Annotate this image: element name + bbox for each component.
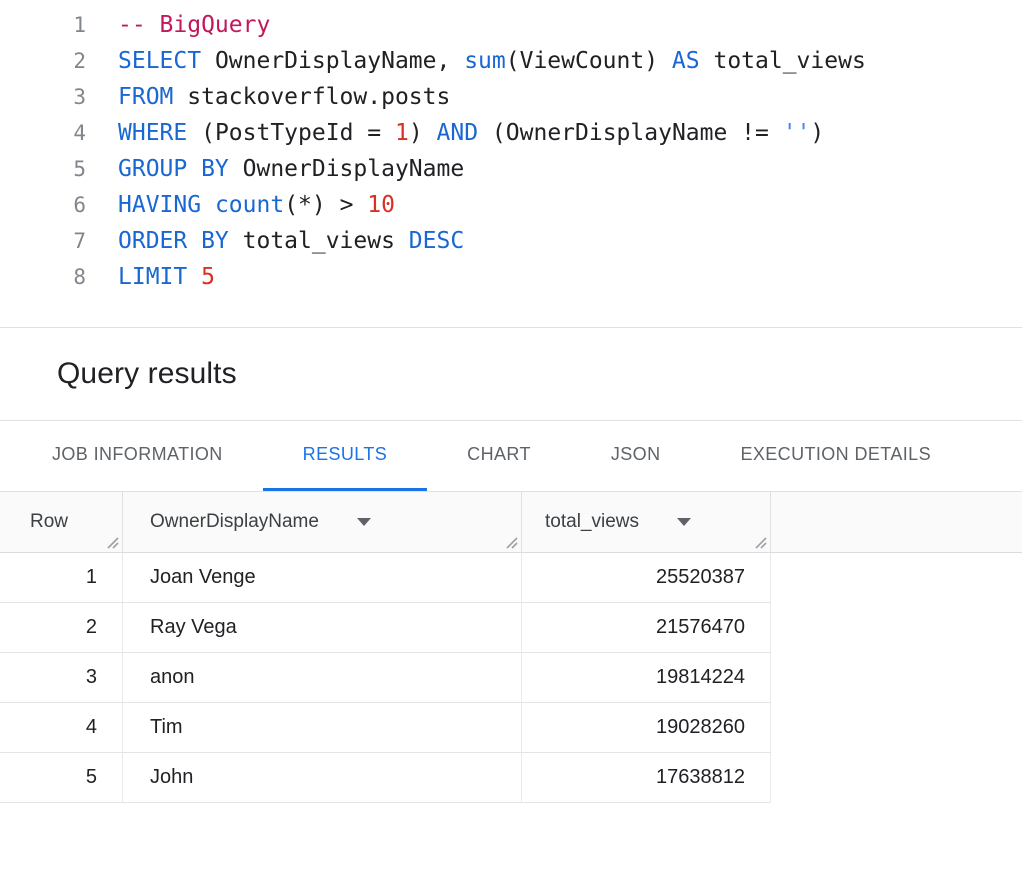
column-header-total_views[interactable]: total_views (522, 492, 771, 553)
code-line[interactable]: 7ORDER BY total_views DESC (0, 223, 1022, 259)
column-header-filler (771, 492, 1022, 553)
tab-json[interactable]: JSON (571, 421, 701, 491)
row-filler-cell (771, 553, 1022, 603)
line-number: 6 (0, 187, 86, 223)
code-token-number: 10 (367, 192, 395, 218)
row-number-cell: 5 (0, 753, 123, 803)
tab-label: CHART (467, 444, 531, 465)
column-header-ownerdisplayname[interactable]: OwnerDisplayName (123, 492, 522, 553)
column-header-label: OwnerDisplayName (150, 511, 319, 533)
row-number-cell: 1 (0, 553, 123, 603)
code-token-plain: (OwnerDisplayName != (478, 120, 783, 146)
code-text: FROM stackoverflow.posts (86, 79, 450, 115)
code-token-plain: total_views (700, 48, 866, 74)
code-token-keyword: AND (437, 120, 479, 146)
total-views-cell: 25520387 (522, 553, 771, 603)
code-token-plain: stackoverflow.posts (173, 84, 450, 110)
code-token-keyword: FROM (118, 84, 173, 110)
tab-results[interactable]: RESULTS (263, 421, 428, 491)
code-line[interactable]: 6HAVING count(*) > 10 (0, 187, 1022, 223)
code-token-plain: ) (810, 120, 824, 146)
line-number: 2 (0, 43, 86, 79)
tab-label: RESULTS (303, 444, 388, 465)
code-token-keyword: HAVING (118, 192, 201, 218)
code-line[interactable]: 5GROUP BY OwnerDisplayName (0, 151, 1022, 187)
code-token-plain: OwnerDisplayName (229, 156, 464, 182)
code-token-plain: (ViewCount) (506, 48, 672, 74)
code-token-plain: ) (409, 120, 437, 146)
line-number: 1 (0, 7, 86, 43)
code-token-plain (187, 264, 201, 290)
code-token-number: 1 (395, 120, 409, 146)
line-number: 8 (0, 259, 86, 295)
owner-name-cell: anon (123, 653, 522, 703)
code-line[interactable]: 2SELECT OwnerDisplayName, sum(ViewCount)… (0, 43, 1022, 79)
code-token-comment: -- BigQuery (118, 12, 270, 38)
code-text: GROUP BY OwnerDisplayName (86, 151, 464, 187)
total-views-cell: 21576470 (522, 603, 771, 653)
column-header-row[interactable]: Row (0, 492, 123, 553)
row-number-cell: 2 (0, 603, 123, 653)
code-text: ORDER BY total_views DESC (86, 223, 464, 259)
results-tabbar: JOB INFORMATION RESULTS CHART JSON EXECUTION… (0, 421, 1022, 492)
code-text: -- BigQuery (86, 7, 270, 43)
tab-label: JSON (611, 444, 661, 465)
code-text: LIMIT 5 (86, 259, 215, 295)
code-lines: 1-- BigQuery2SELECT OwnerDisplayName, su… (0, 7, 1022, 295)
sort-dropdown-icon[interactable] (357, 518, 371, 526)
row-number-cell: 4 (0, 703, 123, 753)
code-token-keyword: SELECT (118, 48, 201, 74)
row-number-cell: 3 (0, 653, 123, 703)
total-views-cell: 17638812 (522, 753, 771, 803)
code-token-keyword: sum (464, 48, 506, 74)
code-token-keyword: GROUP BY (118, 156, 229, 182)
code-token-number: 5 (201, 264, 215, 290)
tab-chart[interactable]: CHART (427, 421, 571, 491)
tab-label: JOB INFORMATION (52, 444, 223, 465)
code-token-plain: (*) > (284, 192, 367, 218)
query-results-title: Query results (57, 357, 237, 391)
row-filler-cell (771, 753, 1022, 803)
code-line[interactable]: 4WHERE (PostTypeId = 1) AND (OwnerDispla… (0, 115, 1022, 151)
owner-name-cell: Tim (123, 703, 522, 753)
row-filler-cell (771, 603, 1022, 653)
row-filler-cell (771, 703, 1022, 753)
code-token-plain: OwnerDisplayName, (201, 48, 464, 74)
tab-execution-details[interactable]: EXECUTION DETAILS (700, 421, 971, 491)
owner-name-cell: Joan Venge (123, 553, 522, 603)
code-line[interactable]: 8LIMIT 5 (0, 259, 1022, 295)
code-token-keyword: count (215, 192, 284, 218)
code-token-keyword: AS (672, 48, 700, 74)
line-number: 7 (0, 223, 86, 259)
owner-name-cell: John (123, 753, 522, 803)
total-views-cell: 19814224 (522, 653, 771, 703)
code-token-plain (201, 192, 215, 218)
code-line[interactable]: 1 -- BigQuery (0, 7, 1022, 43)
code-token-plain: total_views (229, 228, 409, 254)
column-header-label: Row (30, 511, 68, 533)
code-line[interactable]: 3FROM stackoverflow.posts (0, 79, 1022, 115)
code-token-string: '' (783, 120, 811, 146)
code-token-keyword: WHERE (118, 120, 187, 146)
code-text: SELECT OwnerDisplayName, sum(ViewCount) … (86, 43, 866, 79)
owner-name-cell: Ray Vega (123, 603, 522, 653)
code-token-keyword: DESC (409, 228, 464, 254)
query-results-header: Query results (0, 328, 1022, 421)
line-number: 3 (0, 79, 86, 115)
code-text: WHERE (PostTypeId = 1) AND (OwnerDisplay… (86, 115, 824, 151)
code-token-keyword: LIMIT (118, 264, 187, 290)
row-filler-cell (771, 653, 1022, 703)
tab-label: EXECUTION DETAILS (740, 444, 931, 465)
code-token-keyword: ORDER BY (118, 228, 229, 254)
code-text: HAVING count(*) > 10 (86, 187, 395, 223)
total-views-cell: 19028260 (522, 703, 771, 753)
column-header-label: total_views (545, 511, 639, 533)
sort-dropdown-icon[interactable] (677, 518, 691, 526)
sql-editor[interactable]: 1-- BigQuery2SELECT OwnerDisplayName, su… (0, 0, 1022, 328)
line-number: 4 (0, 115, 86, 151)
tab-job-information[interactable]: JOB INFORMATION (12, 421, 263, 491)
code-token-plain: (PostTypeId = (187, 120, 395, 146)
line-number: 5 (0, 151, 86, 187)
results-table: Row OwnerDisplayName total_views 1Joan Veng… (0, 492, 1022, 803)
